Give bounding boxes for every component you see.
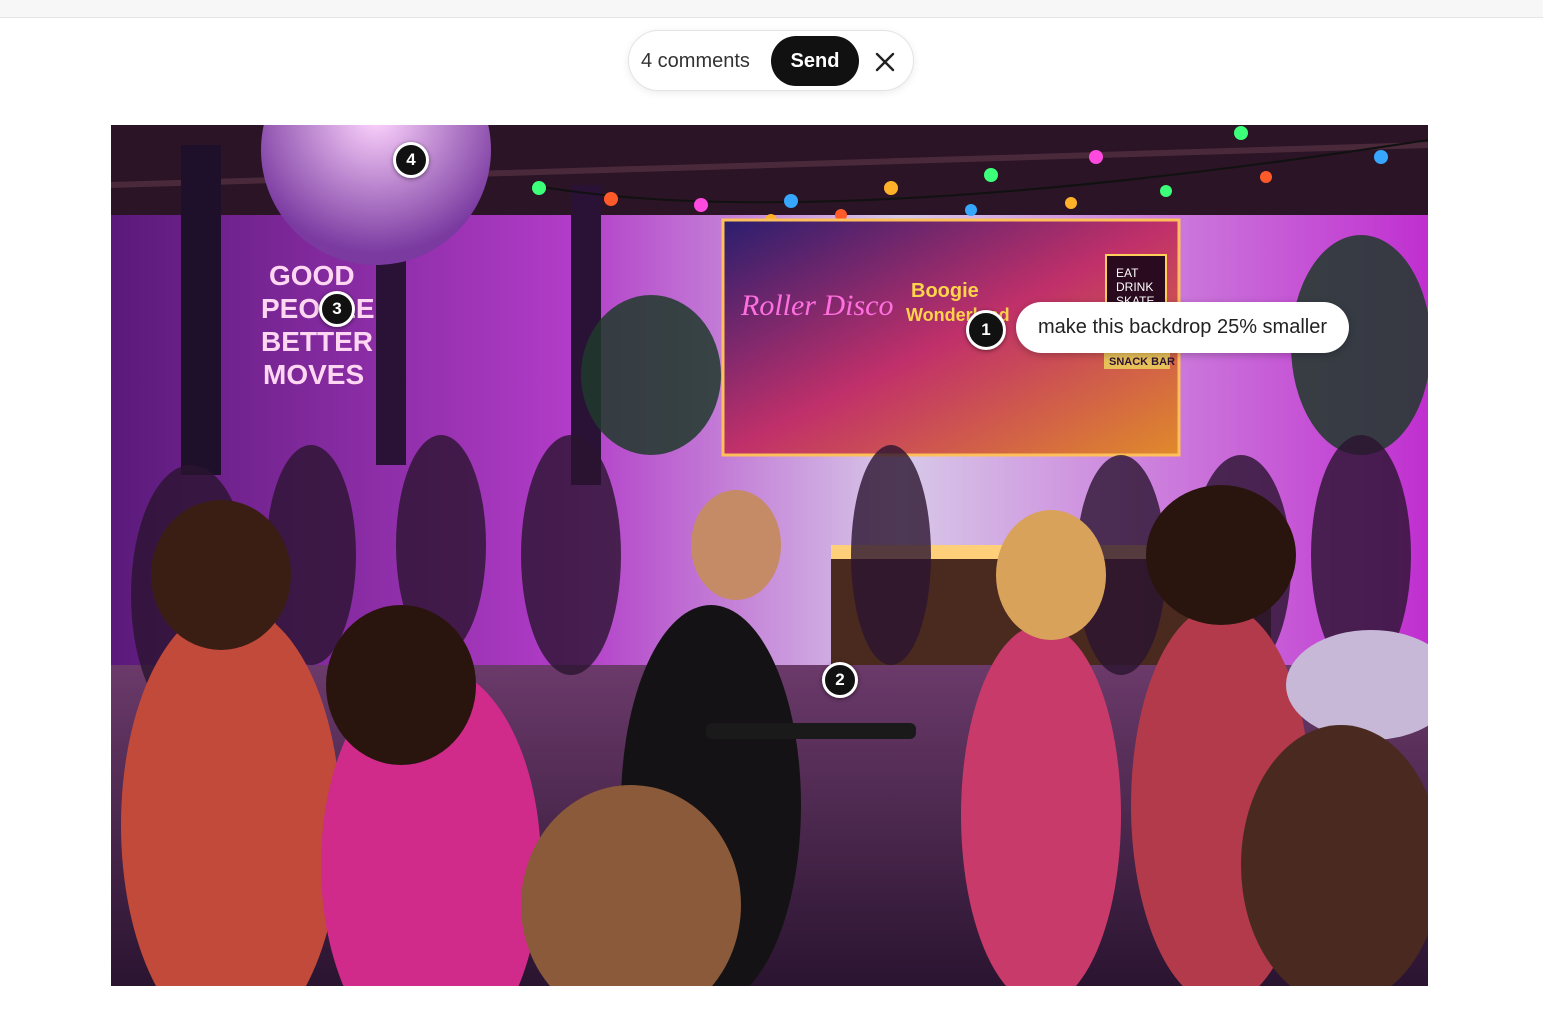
wall-neon-line-1: GOOD <box>269 260 355 291</box>
comment-count: 4 comments <box>641 50 750 72</box>
backdrop-roller-disco: Roller Disco <box>740 289 893 322</box>
comment-marker-2[interactable]: 2 <box>822 662 858 698</box>
comment-bubble[interactable]: make this backdrop 25% smaller <box>1016 302 1350 353</box>
backdrop-boogie: Boogie <box>911 280 979 302</box>
wall-neon-line-2: PEOPLE <box>261 293 375 324</box>
wall-neon-line-4: MOVES <box>263 359 364 390</box>
close-icon[interactable] <box>869 46 901 78</box>
comment-marker-3[interactable]: 3 <box>319 291 355 327</box>
comment-toolbar: 4 comments Send <box>628 30 914 91</box>
party-photo[interactable]: GOOD PEOPLE BETTER MOVES Roller Disco Bo… <box>111 125 1428 986</box>
top-bar <box>0 0 1543 18</box>
photo-image: GOOD PEOPLE BETTER MOVES Roller Disco Bo… <box>111 125 1428 986</box>
comment-marker-1[interactable]: 1 <box>966 310 1006 350</box>
wall-neon-line-3: BETTER <box>261 326 373 357</box>
backdrop-snack-bar: SNACK BAR <box>1109 356 1175 368</box>
backdrop-eat: EAT <box>1116 266 1139 280</box>
backdrop-drink: DRINK <box>1116 280 1153 294</box>
comment-marker-4[interactable]: 4 <box>393 142 429 178</box>
send-button[interactable]: Send <box>771 36 859 86</box>
